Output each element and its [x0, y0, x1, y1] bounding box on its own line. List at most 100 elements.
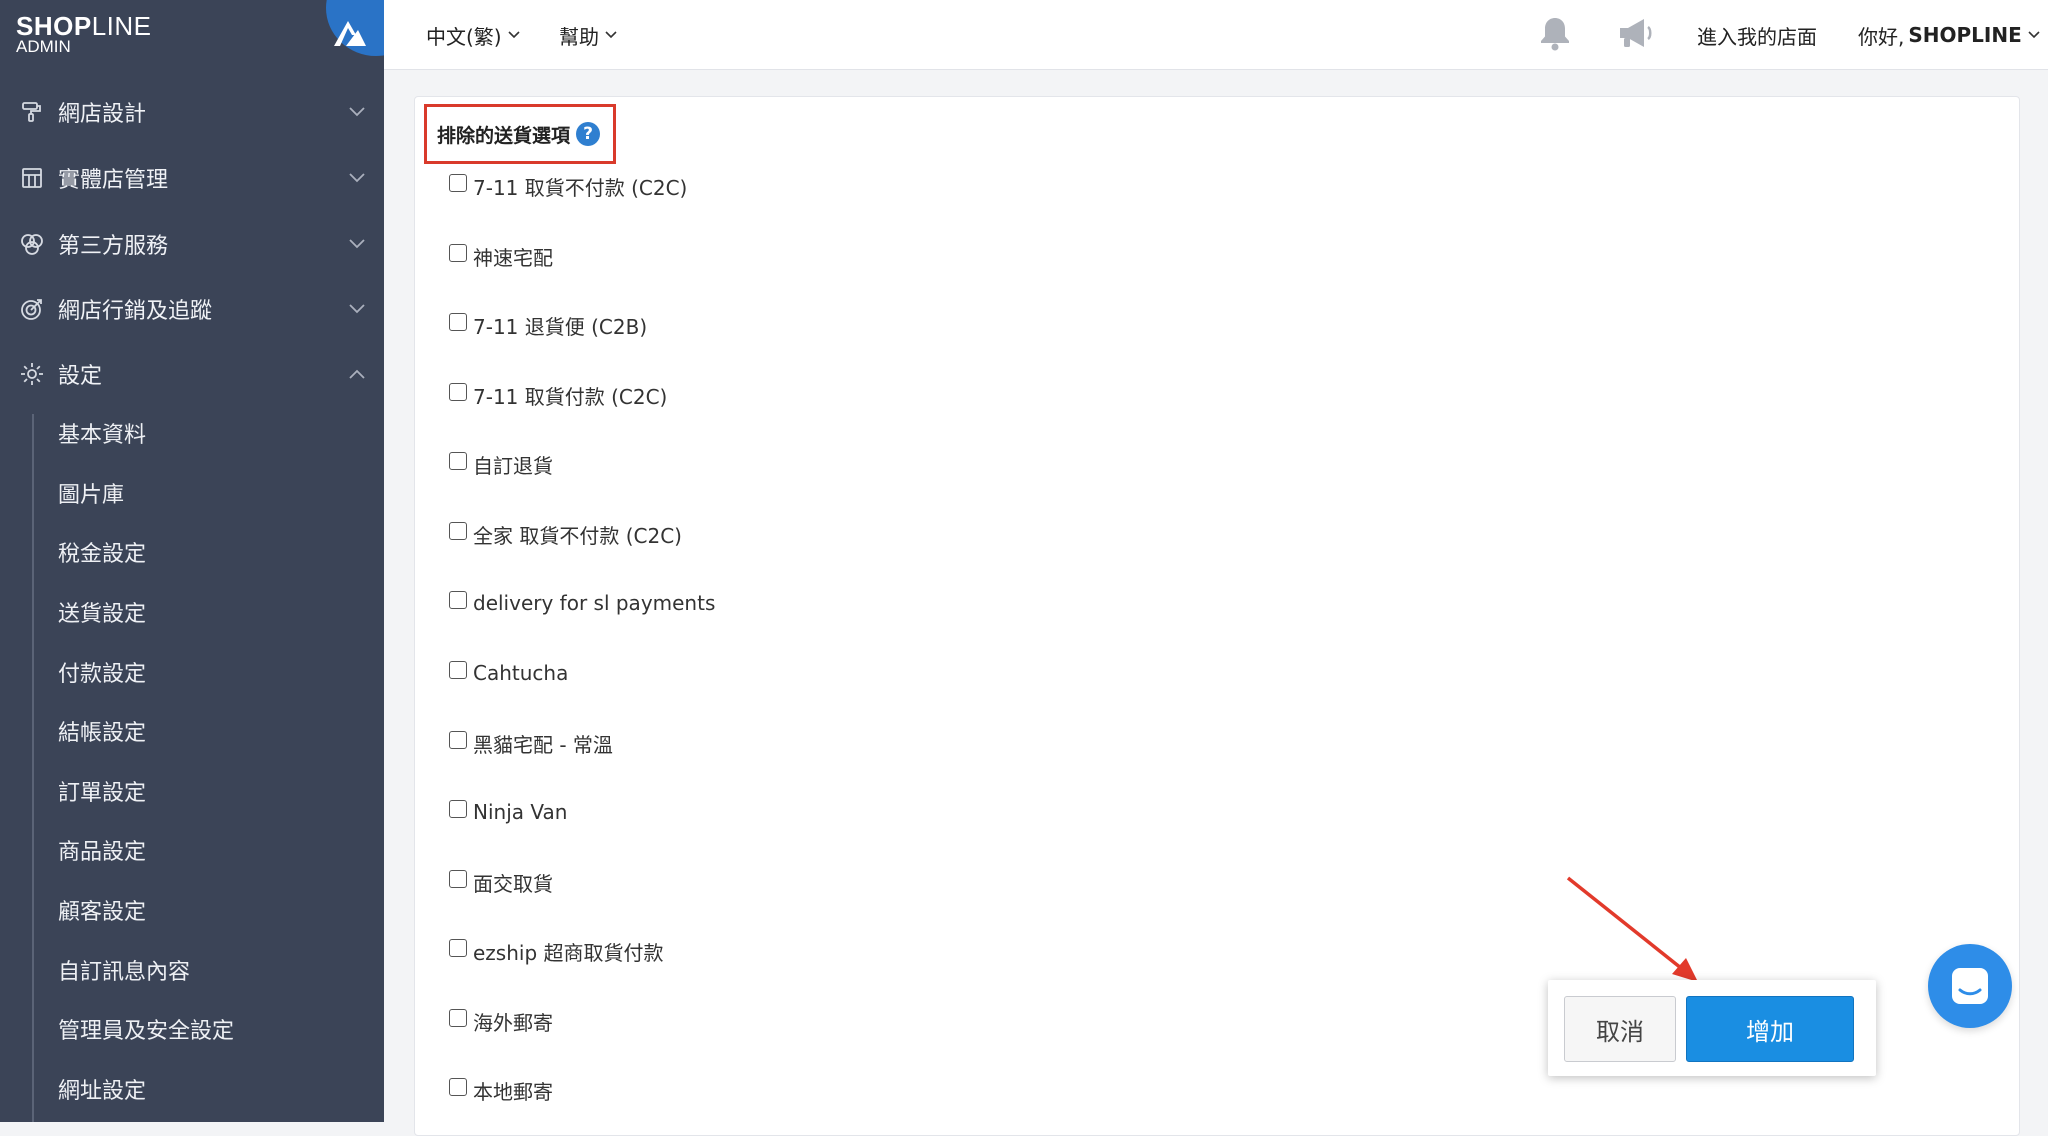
chevron-down-icon [605, 31, 617, 39]
option-label: 7-11 退貨便 (C2B) [473, 314, 648, 339]
sidebar-subitem-admin-security[interactable]: 管理員及安全設定 [58, 1012, 358, 1052]
bell-icon [1538, 15, 1572, 56]
help-label: 幫助 [559, 24, 599, 49]
checkbox[interactable] [449, 452, 467, 470]
sidebar-subitem-tax[interactable]: 稅金設定 [58, 535, 358, 575]
sidebar-item-store-design[interactable]: 網店設計 [0, 84, 384, 140]
sidebar-item-label: 實體店管理 [58, 168, 169, 193]
checkbox[interactable] [449, 522, 467, 540]
question-mark-icon[interactable]: ? [576, 122, 601, 146]
shopline-logo[interactable]: SHOPLINE ADMIN [16, 12, 156, 62]
user-name: SHOPLINE [1908, 23, 2022, 47]
greeting-label: 你好, [1858, 24, 1905, 49]
annotation-arrow [1566, 876, 1698, 982]
megaphone-icon [1616, 16, 1656, 55]
checkbox[interactable] [449, 870, 467, 888]
form-actions: 取消 增加 [1548, 980, 1876, 1076]
option-label: delivery for sl payments [473, 591, 716, 615]
chevron-down-icon [348, 235, 366, 253]
enter-store-label: 進入我的店面 [1697, 24, 1817, 49]
option-custom-return[interactable]: 自訂退貨 [449, 449, 553, 479]
chat-launcher-button[interactable] [1928, 944, 2012, 1028]
chevron-down-icon [348, 300, 366, 318]
top-bar: 中文(繁) 幫助 進入我的店面 你好, SHOPLINE [384, 0, 2048, 70]
checkbox[interactable] [449, 591, 467, 609]
option-ninja-van[interactable]: Ninja Van [449, 797, 567, 827]
option-label: 7-11 取貨不付款 (C2C) [473, 175, 688, 200]
submenu-rail [32, 414, 34, 1122]
sidebar-item-marketing[interactable]: 網店行銷及追蹤 [0, 281, 384, 337]
option-ezship[interactable]: ezship 超商取貨付款 [449, 936, 664, 966]
chat-icon [1952, 968, 1988, 1004]
option-label: ezship 超商取貨付款 [473, 940, 664, 965]
option-label: 面交取貨 [473, 871, 553, 896]
checkbox[interactable] [449, 174, 467, 192]
option-label: 黑貓宅配 - 常溫 [473, 732, 613, 757]
checkbox[interactable] [449, 800, 467, 818]
sidebar-item-settings[interactable]: 設定 [0, 346, 384, 402]
checkbox[interactable] [449, 731, 467, 749]
option-711-c2c-no-pay[interactable]: 7-11 取貨不付款 (C2C) [449, 171, 687, 201]
announcements-button[interactable] [1616, 0, 1656, 70]
notifications-button[interactable] [1538, 0, 1572, 70]
sidebar-item-label: 第三方服務 [58, 234, 169, 259]
help-dropdown[interactable]: 幫助 [559, 0, 617, 70]
app-switcher-badge[interactable] [326, 0, 384, 56]
chevron-down-icon [508, 31, 520, 39]
option-overseas-post[interactable]: 海外郵寄 [449, 1006, 553, 1036]
checkbox[interactable] [449, 661, 467, 679]
checkbox[interactable] [449, 1009, 467, 1027]
sidebar-subitem-media-library[interactable]: 圖片庫 [58, 476, 358, 516]
sidebar-item-retail-store[interactable]: 實體店管理 [0, 150, 384, 206]
option-familymart-c2c[interactable]: 全家 取貨不付款 (C2C) [449, 519, 682, 549]
chevron-up-icon [348, 365, 366, 383]
enter-store-link[interactable]: 進入我的店面 [1697, 0, 1817, 70]
option-label: Ninja Van [473, 800, 568, 824]
chevron-down-icon [348, 103, 366, 121]
sidebar-subitem-url[interactable]: 網址設定 [58, 1072, 358, 1112]
chevron-down-icon [348, 169, 366, 187]
mountain-icon [334, 21, 366, 46]
language-label: 中文(繁) [426, 24, 502, 49]
option-label: 海外郵寄 [473, 1010, 553, 1035]
sidebar-subitem-delivery[interactable]: 送貨設定 [58, 595, 358, 635]
checkbox[interactable] [449, 939, 467, 957]
option-label: 神速宅配 [473, 245, 553, 270]
checkbox[interactable] [449, 1078, 467, 1096]
gear-icon [18, 360, 46, 388]
sidebar-subitem-order[interactable]: 訂單設定 [58, 774, 358, 814]
option-local-post[interactable]: 本地郵寄 [449, 1075, 553, 1105]
sidebar-item-third-party[interactable]: 第三方服務 [0, 216, 384, 272]
option-label: 7-11 取貨付款 (C2C) [473, 384, 668, 409]
option-sl-payments-delivery[interactable]: delivery for sl payments [449, 588, 715, 618]
sidebar-subitem-product[interactable]: 商品設定 [58, 833, 358, 873]
option-711-c2c-pay[interactable]: 7-11 取貨付款 (C2C) [449, 380, 667, 410]
user-menu[interactable]: 你好, SHOPLINE [1858, 0, 2040, 70]
sidebar: SHOPLINE ADMIN 網店設計 實體店管理 第三方服務 網店行銷及追蹤 [0, 0, 384, 1122]
chevron-down-icon [2028, 31, 2040, 39]
checkbox[interactable] [449, 313, 467, 331]
section-title: 排除的送貨選項 [437, 124, 571, 147]
circles-icon [18, 230, 46, 258]
store-icon [18, 164, 46, 192]
sidebar-item-label: 網店行銷及追蹤 [58, 299, 213, 324]
checkbox[interactable] [449, 244, 467, 262]
sidebar-subitem-payment[interactable]: 付款設定 [58, 655, 358, 695]
sidebar-subitem-customer[interactable]: 顧客設定 [58, 893, 358, 933]
cancel-button[interactable]: 取消 [1564, 996, 1676, 1062]
checkbox[interactable] [449, 383, 467, 401]
target-icon [18, 295, 46, 323]
sidebar-item-label: 設定 [58, 364, 103, 389]
sidebar-subitem-basic-info[interactable]: 基本資料 [58, 416, 358, 456]
sidebar-subitem-checkout[interactable]: 結帳設定 [58, 714, 358, 754]
paint-roller-icon [18, 98, 46, 126]
add-button[interactable]: 增加 [1686, 996, 1854, 1062]
option-711-c2b-return[interactable]: 7-11 退貨便 (C2B) [449, 310, 647, 340]
option-face-to-face[interactable]: 面交取貨 [449, 867, 553, 897]
sidebar-subitem-custom-messages[interactable]: 自訂訊息內容 [58, 953, 358, 993]
option-cahtucha[interactable]: Cahtucha [449, 658, 568, 688]
option-express-delivery[interactable]: 神速宅配 [449, 241, 553, 271]
option-black-cat-delivery[interactable]: 黑貓宅配 - 常溫 [449, 728, 613, 758]
sidebar-item-label: 網店設計 [58, 102, 147, 127]
language-dropdown[interactable]: 中文(繁) [426, 0, 520, 70]
